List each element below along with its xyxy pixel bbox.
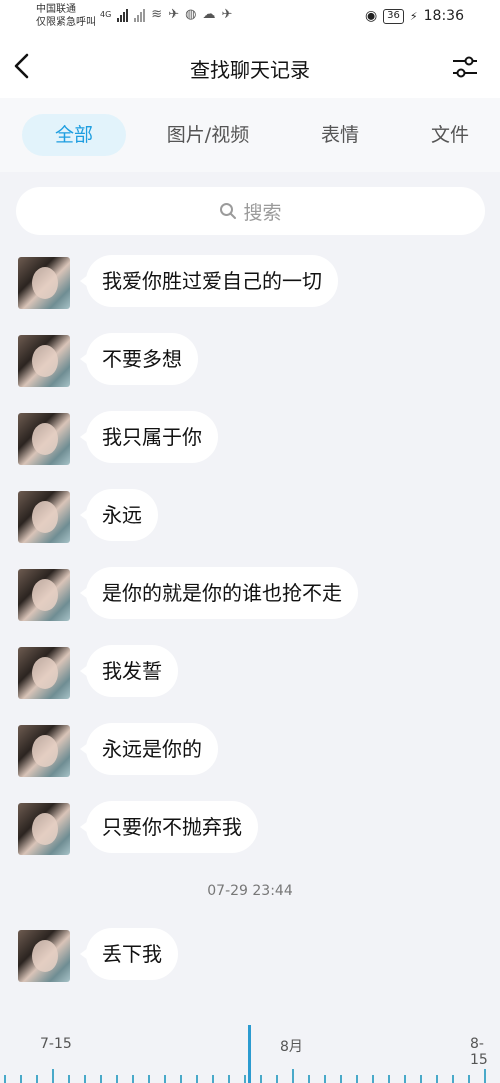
signal-icon bbox=[117, 8, 129, 22]
cloud-icon: ☁ bbox=[202, 7, 216, 22]
avatar[interactable] bbox=[18, 257, 70, 309]
message-bubble[interactable]: 只要你不抛弃我 bbox=[80, 801, 258, 853]
timeline-tick bbox=[116, 1075, 118, 1083]
avatar[interactable] bbox=[18, 725, 70, 777]
wifi-icon: ≋ bbox=[151, 7, 163, 22]
avatar[interactable] bbox=[18, 491, 70, 543]
timeline-tick bbox=[244, 1075, 246, 1083]
app-notification-icon-2: ✈ bbox=[221, 7, 233, 22]
charging-icon: ⚡ bbox=[409, 9, 418, 23]
battery-icon: 36 bbox=[383, 8, 404, 24]
timeline-tick bbox=[420, 1075, 422, 1083]
avatar[interactable] bbox=[18, 930, 70, 982]
filter-button[interactable] bbox=[450, 52, 480, 82]
search-icon bbox=[220, 203, 237, 219]
timeline-tick bbox=[324, 1075, 326, 1083]
timeline-tick bbox=[388, 1075, 390, 1083]
tab-bar: 全部 图片/视频 表情 文件 bbox=[0, 98, 500, 172]
timeline-tick bbox=[68, 1075, 70, 1083]
message-bubble[interactable]: 丢下我 bbox=[80, 928, 178, 980]
timeline-label-end: 8-15 bbox=[470, 1036, 488, 1068]
clock: 18:36 bbox=[423, 8, 464, 24]
status-icons-right: ◉ 36 ⚡ 18:36 bbox=[365, 8, 464, 24]
timeline-tick bbox=[372, 1075, 374, 1083]
timeline-tick bbox=[484, 1069, 486, 1083]
avatar[interactable] bbox=[18, 413, 70, 465]
timeline-tick bbox=[452, 1075, 454, 1083]
timeline-tick bbox=[276, 1075, 278, 1083]
timeline-tick bbox=[180, 1075, 182, 1083]
eye-icon: ◉ bbox=[364, 8, 378, 24]
status-icons-left: 4G ≋ ✈ ◍ ☁ ✈ bbox=[100, 8, 232, 22]
signal-icon-2 bbox=[134, 8, 146, 22]
timeline-tick bbox=[308, 1075, 310, 1083]
timeline-tick bbox=[84, 1075, 86, 1083]
tab-stickers[interactable]: 表情 bbox=[300, 114, 380, 156]
message-bubble[interactable]: 我发誓 bbox=[80, 645, 178, 697]
sliders-icon bbox=[453, 56, 477, 78]
avatar[interactable] bbox=[18, 569, 70, 621]
tab-images-videos[interactable]: 图片/视频 bbox=[150, 114, 266, 156]
timeline-tick bbox=[20, 1075, 22, 1083]
timeline-tick bbox=[164, 1075, 166, 1083]
timeline-tick bbox=[292, 1069, 294, 1083]
search-placeholder: 搜索 bbox=[243, 201, 282, 224]
timeline-tick bbox=[260, 1075, 262, 1083]
wechat-icon: ◍ bbox=[185, 7, 197, 22]
message-timestamp: 07-29 23:44 bbox=[207, 883, 293, 899]
search-input[interactable]: 搜索 bbox=[16, 187, 485, 235]
status-bar: 中国联通 仅限紧急呼叫 4G ≋ ✈ ◍ ☁ ✈ ◉ 36 ⚡ 18:36 bbox=[0, 0, 500, 36]
tab-files[interactable]: 文件 bbox=[410, 114, 490, 156]
timeline-tick bbox=[356, 1075, 358, 1083]
page-title: 查找聊天记录 bbox=[190, 58, 310, 82]
carrier-name: 中国联通 bbox=[36, 4, 76, 15]
timeline-cursor[interactable] bbox=[248, 1025, 251, 1083]
timeline-label-start: 7-15 bbox=[40, 1036, 72, 1052]
timeline-tick bbox=[404, 1075, 406, 1083]
avatar[interactable] bbox=[18, 335, 70, 387]
timeline-tick bbox=[132, 1075, 134, 1083]
timeline-tick bbox=[436, 1075, 438, 1083]
message-bubble[interactable]: 永远 bbox=[80, 489, 158, 541]
avatar[interactable] bbox=[18, 647, 70, 699]
timeline-tick bbox=[4, 1075, 6, 1083]
timeline-tick bbox=[148, 1075, 150, 1083]
message-bubble[interactable]: 永远是你的 bbox=[80, 723, 218, 775]
message-bubble[interactable]: 是你的就是你的谁也抢不走 bbox=[80, 567, 358, 619]
date-timeline[interactable]: 7-15 8月 8-15 bbox=[0, 1025, 500, 1083]
tab-all[interactable]: 全部 bbox=[22, 114, 126, 156]
app-notification-icon: ✈ bbox=[168, 7, 180, 22]
timeline-tick bbox=[100, 1075, 102, 1083]
timeline-tick bbox=[52, 1069, 54, 1083]
carrier-info: 中国联通 仅限紧急呼叫 bbox=[36, 3, 96, 29]
timeline-tick bbox=[212, 1075, 214, 1083]
message-bubble[interactable]: 我只属于你 bbox=[80, 411, 218, 463]
nav-bar: 查找聊天记录 bbox=[0, 36, 500, 98]
network-type: 4G bbox=[100, 10, 112, 19]
timeline-tick bbox=[340, 1075, 342, 1083]
timeline-tick bbox=[228, 1075, 230, 1083]
message-bubble[interactable]: 不要多想 bbox=[80, 333, 198, 385]
timeline-tick bbox=[36, 1075, 38, 1083]
message-bubble[interactable]: 我爱你胜过爱自己的一切 bbox=[80, 255, 338, 307]
avatar[interactable] bbox=[18, 803, 70, 855]
emergency-only-text: 仅限紧急呼叫 bbox=[36, 17, 96, 28]
timeline-label-month: 8月 bbox=[280, 1039, 303, 1055]
timeline-tick bbox=[196, 1075, 198, 1083]
timeline-tick bbox=[468, 1075, 470, 1083]
